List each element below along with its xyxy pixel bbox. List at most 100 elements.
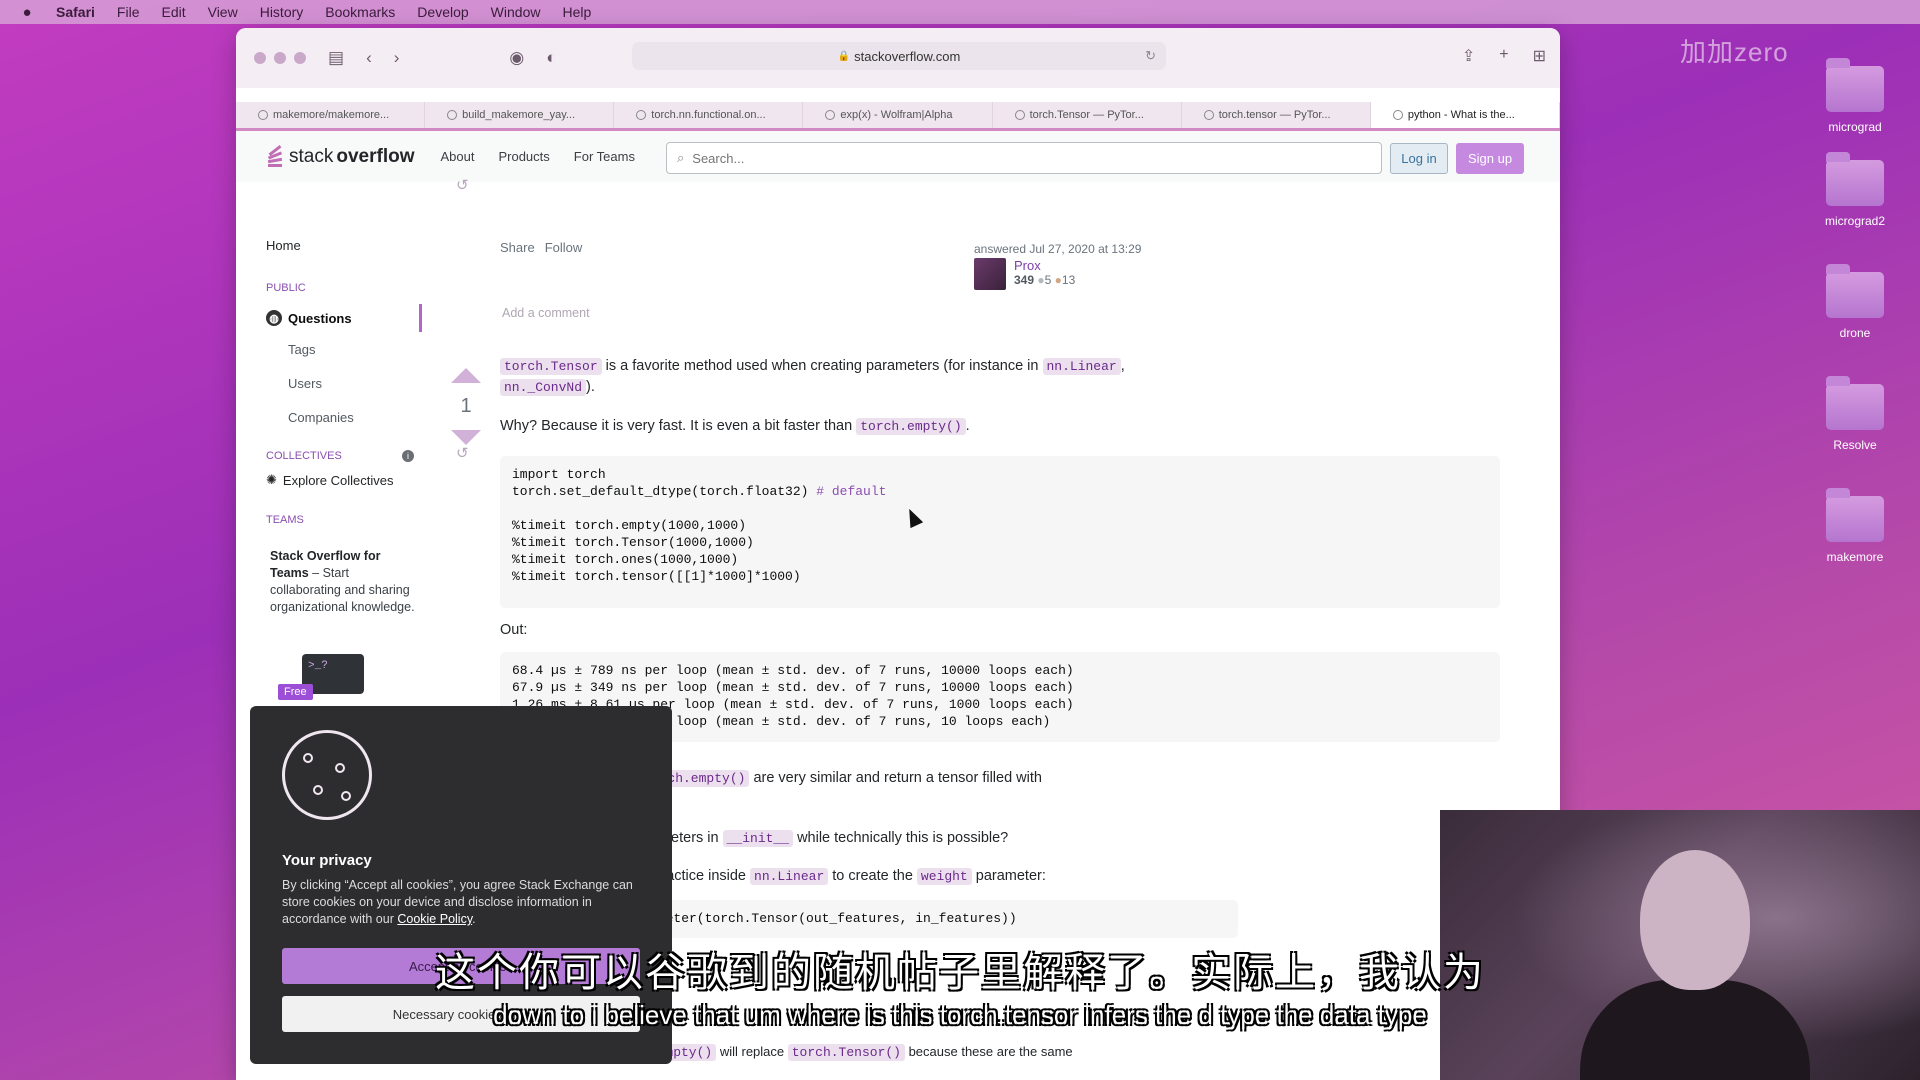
privacy-icon[interactable]: ◉ — [509, 48, 524, 68]
cookie-policy-link[interactable]: Cookie Policy — [397, 912, 472, 926]
tab-torch-functional[interactable]: torch.nn.functional.on... — [614, 102, 804, 128]
text: because these are the same — [904, 1044, 1073, 1059]
shield-icon[interactable]: ◐ — [546, 48, 556, 68]
share-icon[interactable]: ⇪ — [1462, 46, 1475, 66]
desktop-folder-drone[interactable]: drone — [1810, 264, 1900, 340]
answer-paragraph-5: in practice inside nn.Linear to create t… — [638, 866, 1046, 887]
forward-icon[interactable]: › — [394, 48, 400, 68]
desktop-folder-micrograd[interactable]: micrograd — [1810, 58, 1900, 134]
answer-paragraph-4: arameters in __init__ while technically … — [638, 828, 1008, 849]
tab-torch-Tensor[interactable]: torch.Tensor — PyTor... — [993, 102, 1182, 128]
code-comment: # default — [816, 484, 887, 499]
sidebar-item-tags[interactable]: Tags — [288, 342, 315, 357]
sidebar-toggle-icon[interactable]: ▤ — [328, 48, 344, 68]
so-nav: About Products For Teams — [440, 149, 634, 164]
post-menu: Share Follow — [500, 240, 582, 255]
lock-icon: 🔒 — [837, 50, 851, 62]
zoom-button[interactable] — [294, 52, 306, 64]
upvote-icon[interactable] — [451, 368, 481, 383]
signup-button[interactable]: Sign up — [1456, 143, 1524, 174]
tab-bar: makemore/makemore... build_makemore_yay.… — [236, 102, 1560, 128]
tab-overview-icon[interactable]: ⊞ — [1533, 46, 1546, 66]
search-input[interactable] — [692, 150, 1293, 166]
tab-label: python - What is the... — [1407, 109, 1515, 121]
address-bar[interactable]: 🔒 stackoverflow.com ↻ — [632, 42, 1166, 70]
inline-code: nn.Linear — [1042, 358, 1121, 375]
folder-label: drone — [1839, 326, 1871, 340]
menu-view[interactable]: View — [208, 4, 238, 20]
vote-count: 1 — [460, 395, 472, 417]
add-comment-link[interactable]: Add a comment — [502, 306, 590, 320]
cookie-body-end: . — [472, 912, 476, 926]
reload-icon[interactable]: ↻ — [1145, 48, 1156, 64]
tab-torch-tensor[interactable]: torch.tensor — PyTor... — [1182, 102, 1371, 128]
menu-window[interactable]: Window — [491, 4, 541, 20]
so-logo[interactable]: stack overflow — [266, 144, 414, 168]
login-button[interactable]: Log in — [1390, 143, 1448, 174]
menu-history[interactable]: History — [260, 4, 304, 20]
sidebar-item-companies[interactable]: Companies — [288, 410, 354, 425]
folder-icon — [1826, 376, 1884, 430]
watermark: 加加zero — [1680, 37, 1789, 67]
user-name[interactable]: Prox — [1014, 258, 1075, 273]
user-reputation: 349 ●5 ●13 — [1014, 273, 1075, 287]
code-block-timeit: import torch torch.set_default_dtype(tor… — [500, 456, 1500, 608]
folder-icon — [1826, 264, 1884, 318]
menu-safari[interactable]: Safari — [56, 4, 95, 20]
close-button[interactable] — [254, 52, 266, 64]
desktop-folder-micrograd2[interactable]: micrograd2 — [1810, 152, 1900, 228]
nav-products[interactable]: Products — [498, 149, 549, 164]
inline-code: torch.Tensor — [500, 358, 602, 375]
tab-wolfram[interactable]: exp(x) - Wolfram|Alpha — [803, 102, 993, 128]
menu-help[interactable]: Help — [562, 4, 591, 20]
menu-bookmarks[interactable]: Bookmarks — [325, 4, 395, 20]
history-icon[interactable]: ↺ — [456, 176, 469, 194]
code-line: import torch — [512, 467, 606, 482]
share-link[interactable]: Share — [500, 240, 535, 255]
menu-file[interactable]: File — [117, 4, 140, 20]
desktop-folder-resolve[interactable]: Resolve — [1810, 376, 1900, 452]
inline-code: __init__ — [722, 830, 794, 847]
sidebar-section-public: PUBLIC — [266, 282, 306, 294]
code-line: torch.set_default_dtype(torch.float32) — [512, 484, 817, 499]
silver-badge-icon: ● — [1037, 273, 1045, 287]
code-line: %timeit torch.ones(1000,1000) — [512, 552, 739, 567]
info-icon[interactable]: i — [402, 450, 414, 462]
answer-paragraph-2: Why? Because it is very fast. It is even… — [500, 416, 970, 437]
tab-makemore[interactable]: makemore/makemore... — [236, 102, 426, 128]
tab-build-makemore[interactable]: build_makemore_yay... — [425, 102, 615, 128]
search-box[interactable]: ⌕ — [666, 142, 1382, 174]
teams-promo[interactable]: Stack Overflow for Teams – Start collabo… — [270, 548, 420, 616]
free-badge[interactable]: Free — [278, 684, 313, 700]
minimize-button[interactable] — [274, 52, 286, 64]
sidebar-item-questions[interactable]: ◍ Questions — [266, 304, 422, 332]
follow-link[interactable]: Follow — [545, 240, 583, 255]
text: are very similar and return a tensor fil… — [749, 770, 1042, 786]
code-line: %timeit torch.Tensor(1000,1000) — [512, 535, 754, 550]
collectives-icon: ✺ — [266, 472, 277, 487]
sidebar-item-explore-collectives[interactable]: ✺ Explore Collectives — [266, 472, 393, 488]
desktop-folder-makemore[interactable]: makemore — [1810, 488, 1900, 564]
text: is a favorite method used when creating … — [601, 358, 1043, 374]
new-tab-icon[interactable]: + — [1499, 46, 1508, 66]
code-line: %timeit torch.tensor([[1]*1000]*1000) — [512, 569, 801, 584]
back-icon[interactable]: ‹ — [366, 48, 372, 68]
sidebar-item-home[interactable]: Home — [266, 238, 301, 253]
tab-python-question[interactable]: python - What is the... — [1370, 102, 1560, 128]
silver-count: 5 — [1044, 273, 1052, 287]
toolbar-right: ⇪ + ⊞ — [1462, 46, 1546, 66]
avatar[interactable] — [974, 258, 1006, 290]
tab-label: torch.tensor — PyTor... — [1218, 109, 1331, 121]
code-line: 68.4 µs ± 789 ns per loop (mean ± std. d… — [512, 663, 1074, 678]
nav-about[interactable]: About — [440, 149, 474, 164]
menu-edit[interactable]: Edit — [161, 4, 185, 20]
user-card: Prox 349 ●5 ●13 — [974, 258, 1075, 290]
apple-icon[interactable]: ● — [20, 4, 34, 21]
sidebar-item-users[interactable]: Users — [288, 376, 322, 391]
text: to create the — [828, 868, 917, 884]
downvote-icon[interactable] — [451, 430, 481, 445]
folder-icon — [1826, 152, 1884, 206]
menu-develop[interactable]: Develop — [417, 4, 468, 20]
nav-for-teams[interactable]: For Teams — [574, 149, 635, 164]
history-icon[interactable]: ↺ — [456, 444, 469, 462]
